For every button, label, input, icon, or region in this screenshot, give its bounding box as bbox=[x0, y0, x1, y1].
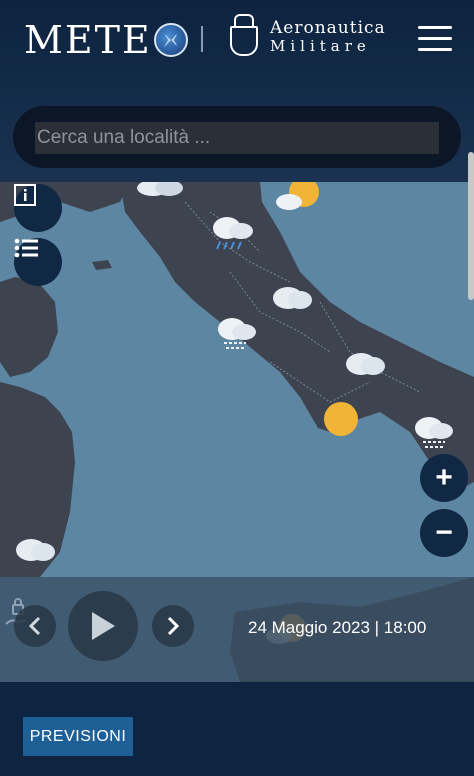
rain-cloud-icon bbox=[213, 217, 253, 250]
scrollbar[interactable] bbox=[468, 152, 474, 300]
cloud-icon bbox=[16, 539, 55, 561]
next-frame-button[interactable] bbox=[152, 605, 194, 647]
aeronautica-militare-text: Aeronautica Militare bbox=[270, 19, 386, 54]
fog-cloud-icon bbox=[218, 318, 256, 349]
aeronautica-militare-logo[interactable]: Aeronautica Militare bbox=[226, 14, 386, 60]
app-header: METE Aeronautica Militare bbox=[0, 0, 474, 182]
zoom-out-button[interactable]: − bbox=[420, 509, 468, 557]
list-icon bbox=[14, 238, 38, 258]
zoom-in-button[interactable]: + bbox=[420, 454, 468, 502]
meteo-logo[interactable]: METE bbox=[24, 18, 188, 62]
fog-cloud-icon bbox=[415, 417, 453, 448]
search-input[interactable] bbox=[35, 122, 439, 154]
timeline-datetime: 24 Maggio 2023 | 18:00 bbox=[248, 618, 427, 637]
previous-frame-button[interactable] bbox=[14, 605, 56, 647]
sun-cloud-icon bbox=[276, 182, 319, 210]
previsioni-button[interactable]: PREVISIONI bbox=[23, 717, 133, 756]
globe-icon bbox=[153, 23, 188, 57]
sun-icon bbox=[324, 402, 358, 436]
cloud-icon bbox=[346, 353, 385, 375]
corsica bbox=[0, 277, 58, 377]
info-button[interactable] bbox=[14, 184, 62, 232]
cloud-icon bbox=[273, 287, 312, 309]
logo-divider bbox=[201, 26, 203, 52]
am-line2: Militare bbox=[270, 37, 371, 56]
meteo-logo-text: METE bbox=[24, 18, 152, 62]
chevron-right-icon bbox=[167, 616, 180, 636]
chevron-left-icon bbox=[28, 616, 41, 636]
search-bar bbox=[13, 106, 461, 168]
cloud-icon bbox=[137, 182, 183, 196]
am-line1: Aeronautica bbox=[270, 18, 386, 39]
crest-icon bbox=[226, 14, 262, 60]
play-icon bbox=[92, 612, 115, 640]
legend-list-button[interactable] bbox=[14, 238, 62, 286]
play-button[interactable] bbox=[68, 591, 138, 661]
hamburger-menu-icon[interactable] bbox=[418, 24, 452, 52]
info-icon bbox=[14, 184, 36, 206]
